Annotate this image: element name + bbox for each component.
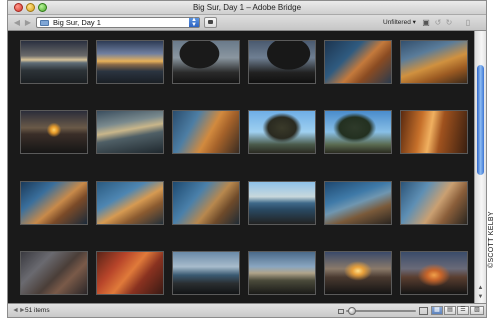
thumbnail[interactable] bbox=[172, 251, 240, 295]
folder-path-select[interactable]: Big Sur, Day 1 ▲ ▼ bbox=[36, 17, 200, 28]
thumbnail[interactable] bbox=[324, 110, 392, 154]
thumbnail[interactable] bbox=[172, 110, 240, 154]
folder-path-value: Big Sur, Day 1 bbox=[53, 18, 101, 27]
bridge-window: Big Sur, Day 1 – Adobe Bridge ◀ ▶ Big Su… bbox=[7, 0, 487, 318]
thumbnail[interactable] bbox=[96, 181, 164, 225]
thumbnail-grid bbox=[8, 31, 474, 303]
panel-toggle-icon[interactable]: ◄► bbox=[12, 305, 26, 316]
trash-icon[interactable]: ▯ bbox=[463, 17, 473, 28]
list-view-icon[interactable]: ☰ bbox=[457, 306, 469, 315]
thumbnail[interactable] bbox=[248, 110, 316, 154]
folder-reveal-icon bbox=[208, 20, 213, 24]
grid-view-icon[interactable]: ▦ bbox=[431, 306, 443, 315]
reveal-folder-button[interactable] bbox=[204, 17, 217, 28]
thumbnail[interactable] bbox=[400, 40, 468, 84]
folder-icon bbox=[40, 20, 49, 26]
thumbnail[interactable] bbox=[400, 251, 468, 295]
new-folder-icon[interactable]: ▣ bbox=[421, 17, 431, 28]
status-bar: ◄► 51 items ▦ ▤ ☰ ▧ bbox=[8, 303, 486, 317]
vertical-scrollbar[interactable]: ▲ ▼ bbox=[474, 31, 486, 303]
thumbnail[interactable] bbox=[248, 40, 316, 84]
select-arrows-icon: ▲ ▼ bbox=[189, 17, 199, 28]
thumbnail[interactable] bbox=[96, 110, 164, 154]
rotate-left-icon[interactable]: ↺ bbox=[433, 17, 443, 28]
large-thumbnail-icon[interactable] bbox=[419, 307, 428, 315]
thumbnail[interactable] bbox=[400, 110, 468, 154]
window-title: Big Sur, Day 1 – Adobe Bridge bbox=[192, 3, 302, 12]
thumbnail[interactable] bbox=[172, 40, 240, 84]
thumbnail[interactable] bbox=[96, 251, 164, 295]
filter-dropdown[interactable]: Unfiltered ▾ bbox=[383, 18, 416, 27]
thumbnail[interactable] bbox=[400, 181, 468, 225]
thumbnail[interactable] bbox=[324, 181, 392, 225]
scroll-up-icon[interactable]: ▲ bbox=[475, 284, 486, 293]
items-count: 51 items bbox=[25, 307, 50, 314]
thumbnail[interactable] bbox=[20, 251, 88, 295]
thumbnail[interactable] bbox=[324, 40, 392, 84]
thumbnail[interactable] bbox=[96, 40, 164, 84]
thumbnail-size-slider[interactable] bbox=[346, 310, 416, 312]
thumbnail[interactable] bbox=[248, 251, 316, 295]
thumbnail[interactable] bbox=[20, 181, 88, 225]
small-thumbnail-icon[interactable] bbox=[338, 309, 344, 314]
back-arrow-icon[interactable]: ◀ bbox=[12, 18, 22, 28]
copyright-watermark: ©SCOTT KELBY bbox=[488, 211, 495, 268]
thumbnail[interactable] bbox=[324, 251, 392, 295]
thumbnail[interactable] bbox=[20, 40, 88, 84]
scrollbar-thumb[interactable] bbox=[477, 65, 484, 175]
scroll-down-icon[interactable]: ▼ bbox=[475, 293, 486, 302]
rotate-right-icon[interactable]: ↻ bbox=[444, 17, 454, 28]
thumbnail[interactable] bbox=[20, 110, 88, 154]
thumbnail[interactable] bbox=[172, 181, 240, 225]
toolbar: ◀ ▶ Big Sur, Day 1 ▲ ▼ Unfiltered ▾ ▣ ↺ ↻… bbox=[8, 15, 486, 31]
filmstrip-view-icon[interactable]: ▧ bbox=[470, 306, 484, 315]
filter-label: Unfiltered bbox=[383, 19, 411, 26]
forward-arrow-icon[interactable]: ▶ bbox=[23, 18, 33, 28]
thumbnail[interactable] bbox=[248, 181, 316, 225]
slider-knob[interactable] bbox=[348, 307, 356, 315]
details-view-icon[interactable]: ▤ bbox=[444, 306, 456, 315]
title-bar[interactable]: Big Sur, Day 1 – Adobe Bridge bbox=[8, 1, 486, 15]
